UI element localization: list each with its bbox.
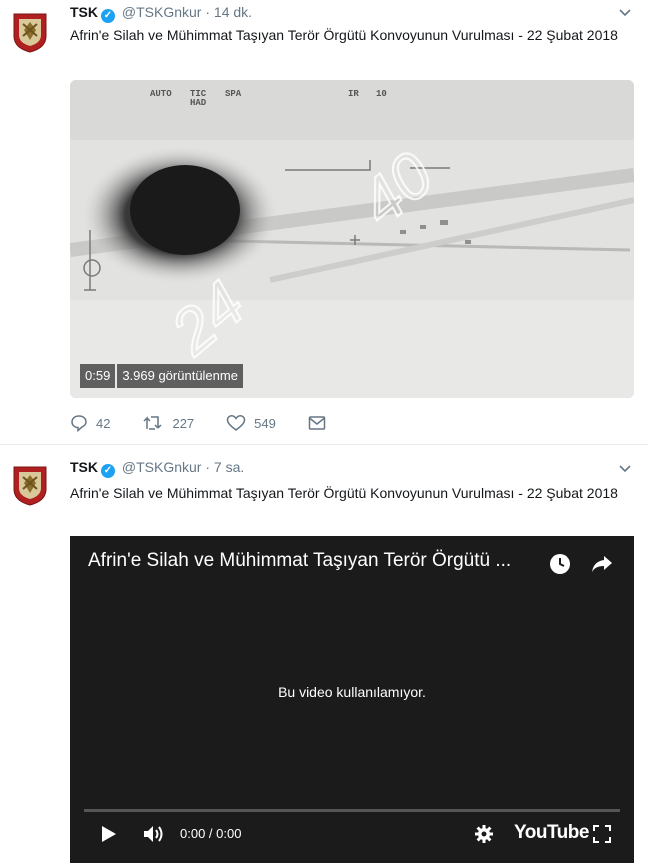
reply-icon [71,415,87,432]
user-handle[interactable]: @TSKGnkur [122,459,202,475]
user-name[interactable]: TSK [70,4,98,20]
svg-text:SPA: SPA [225,89,242,99]
volume-icon[interactable] [142,824,166,844]
tsk-emblem-avatar[interactable] [10,463,50,507]
reply-button[interactable]: 42 [70,414,110,432]
progress-bar[interactable] [84,809,620,812]
tweet-actions: 42 227 549 [70,414,366,432]
verified-badge-icon: ✓ [101,464,115,478]
play-icon[interactable] [100,824,118,844]
retweet-button[interactable]: 227 [142,414,194,432]
tsk-emblem-avatar[interactable] [10,10,50,54]
svg-text:IR: IR [348,89,359,99]
direct-message-button[interactable] [308,415,334,431]
share-arrow-icon[interactable] [590,554,614,574]
video-stats-badge: 0:59 3.969 görüntülenme [80,364,243,388]
tweet-text: Afrin'e Silah ve Mühimmat Taşıyan Terör … [70,27,618,43]
reply-count: 42 [96,415,111,431]
verified-badge-icon: ✓ [101,9,115,23]
like-count: 549 [254,415,276,431]
video-views: 3.969 görüntülenme [117,364,243,388]
settings-gear-icon[interactable] [474,824,494,844]
tweet-text: Afrin'e Silah ve Mühimmat Taşıyan Terör … [70,485,618,501]
envelope-icon [308,416,326,430]
tweet-2: TSK ✓ @TSKGnkur · 7 sa. Afrin'e Silah ve … [0,452,648,863]
tweet-timestamp[interactable]: · 14 dk. [205,4,252,20]
embed-video-title[interactable]: Afrin'e Silah ve Mühimmat Taşıyan Terör … [88,550,511,572]
watch-later-clock-icon[interactable] [548,552,572,576]
fullscreen-icon[interactable] [592,824,612,844]
youtube-embed-player[interactable]: Afrin'e Silah ve Mühimmat Taşıyan Terör … [70,536,634,863]
video-duration: 0:59 [80,364,116,388]
chevron-down-icon[interactable] [618,6,632,20]
chevron-down-icon[interactable] [618,462,632,476]
video-thumbnail[interactable]: AUTO TIC HAD SPA IR 10 24 40 0:59 3.969 … [70,80,634,398]
user-handle[interactable]: @TSKGnkur [122,4,202,20]
thermal-footage-image: AUTO TIC HAD SPA IR 10 24 40 [70,80,634,398]
tweet-header: TSK ✓ @TSKGnkur · 7 sa. [70,459,244,478]
video-unavailable-message: Bu video kullanılamıyor. [278,684,426,700]
youtube-logo[interactable]: YouTube [514,822,589,844]
tweet-1: TSK ✓ @TSKGnkur · 14 dk. Afrin'e Silah ve… [0,0,648,445]
user-name[interactable]: TSK [70,459,98,475]
tweet-timestamp[interactable]: · 7 sa. [205,459,244,475]
tweet-header: TSK ✓ @TSKGnkur · 14 dk. [70,4,252,23]
heart-icon [226,415,246,431]
like-button[interactable]: 549 [226,414,276,432]
retweet-count: 227 [172,415,195,431]
svg-text:10: 10 [376,89,387,99]
svg-text:HAD: HAD [190,98,207,108]
svg-text:AUTO: AUTO [150,89,172,99]
retweet-icon [143,416,162,430]
playback-time: 0:00 / 0:00 [180,826,242,841]
